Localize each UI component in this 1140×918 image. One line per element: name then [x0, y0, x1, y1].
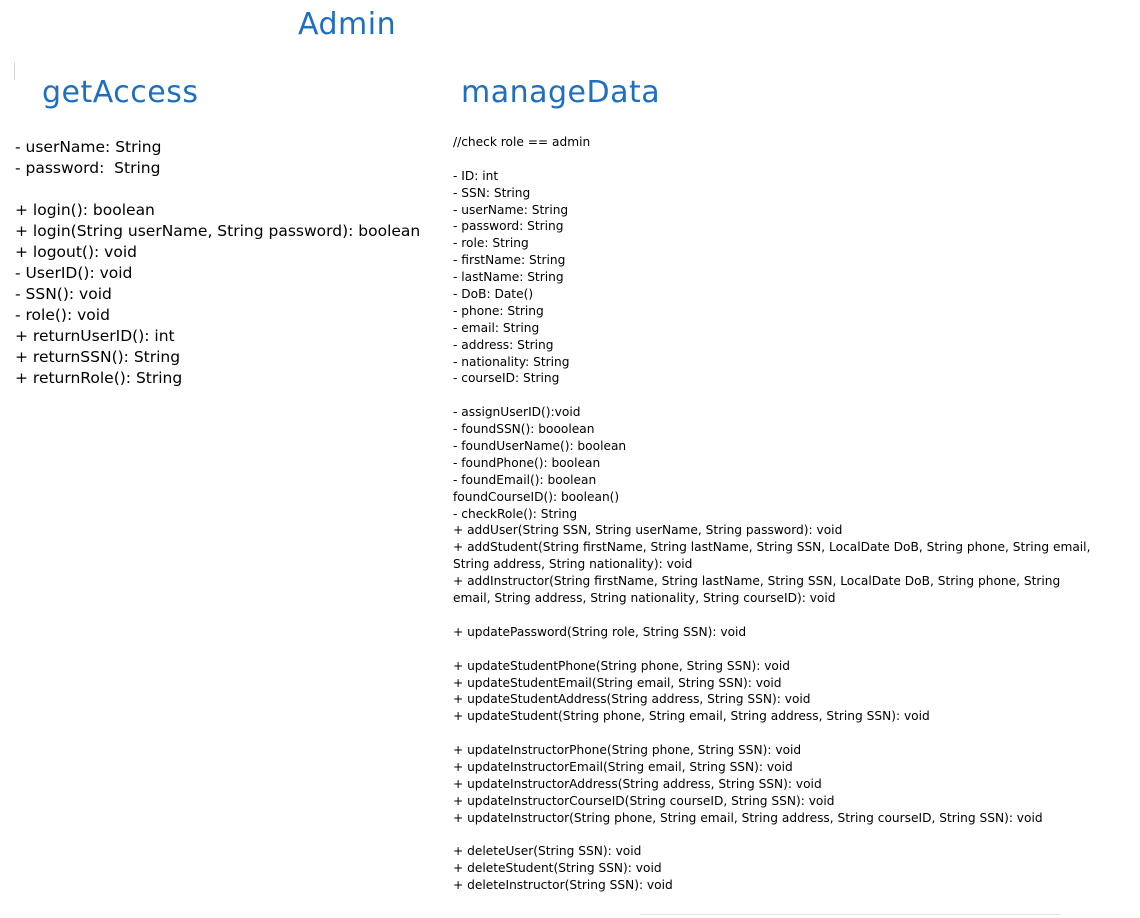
getaccess-member: - SSN(): void	[15, 285, 112, 303]
getaccess-section-title: getAccess	[42, 75, 199, 110]
managedata-member: + addInstructor(String firstName, String…	[453, 574, 1061, 589]
managedata-member: - phone: String	[453, 303, 544, 318]
managedata-member: + updateStudentPhone(String phone, Strin…	[453, 658, 791, 673]
managedata-member-list: //check role == admin - ID: int - SSN: Str…	[453, 134, 1090, 894]
managedata-member: - assignUserID():void	[453, 405, 581, 420]
getaccess-member: - userName: String	[15, 138, 162, 156]
managedata-member: - email: String	[453, 320, 540, 335]
managedata-member: - lastName: String	[453, 270, 564, 285]
managedata-member: - ID: int	[453, 168, 499, 183]
managedata-member: - foundEmail(): boolean	[453, 472, 597, 487]
managedata-member: + updatePassword(String role, String SSN…	[453, 624, 747, 639]
managedata-member: - courseID: String	[453, 371, 560, 386]
managedata-member: + deleteStudent(String SSN): void	[453, 861, 662, 876]
getaccess-member: - password: String	[15, 159, 161, 177]
getaccess-member: - role(): void	[15, 306, 110, 324]
managedata-member: foundCourseID(): boolean()	[453, 489, 620, 504]
getaccess-member: + returnUserID(): int	[15, 327, 175, 345]
managedata-member: + deleteUser(String SSN): void	[453, 844, 642, 859]
managedata-member: + updateStudentAddress(String address, S…	[453, 692, 811, 707]
managedata-member: - checkRole(): String	[453, 506, 578, 521]
managedata-member: + updateInstructorCourseID(String course…	[453, 793, 835, 808]
getaccess-member: + logout(): void	[15, 243, 137, 261]
managedata-member: - password: String	[453, 219, 564, 234]
getaccess-member: + returnSSN(): String	[15, 348, 181, 366]
managedata-member: - firstName: String	[453, 253, 566, 268]
managedata-member: - DoB: Date()	[453, 287, 534, 302]
managedata-member: + updateInstructorPhone(String phone, St…	[453, 743, 802, 758]
corner-mark	[14, 62, 15, 80]
managedata-member: - foundPhone(): boolean	[453, 455, 601, 470]
bottom-divider	[640, 914, 1060, 915]
managedata-member: + deleteInstructor(String SSN): void	[453, 878, 673, 893]
managedata-member: - nationality: String	[453, 354, 570, 369]
managedata-member: String address, String nationality): voi…	[453, 557, 693, 572]
managedata-member: - role: String	[453, 236, 529, 251]
managedata-member: + addStudent(String firstName, String la…	[453, 540, 1091, 555]
managedata-member: - address: String	[453, 337, 554, 352]
getaccess-member: + login(String userName, String password…	[15, 222, 421, 240]
class-title: Admin	[298, 7, 397, 42]
managedata-member: + addUser(String SSN, String userName, S…	[453, 523, 843, 538]
getaccess-member: + login(): boolean	[15, 201, 155, 219]
managedata-member: - foundSSN(): booolean	[453, 422, 595, 437]
managedata-member: + updateInstructor(String phone, String …	[453, 810, 1043, 825]
managedata-member: - SSN: String	[453, 185, 531, 200]
managedata-member: email, String address, String nationalit…	[453, 591, 836, 606]
getaccess-member: - UserID(): void	[15, 264, 133, 282]
managedata-member: + updateStudentEmail(String email, Strin…	[453, 675, 782, 690]
managedata-member: //check role == admin	[453, 135, 591, 149]
managedata-member: + updateInstructorEmail(String email, St…	[453, 759, 793, 774]
managedata-member: - userName: String	[453, 202, 569, 217]
getaccess-member: + returnRole(): String	[15, 369, 183, 387]
getaccess-member-list: - userName: String - password: String + lo…	[15, 137, 420, 389]
managedata-member: + updateStudent(String phone, String ema…	[453, 709, 930, 724]
managedata-section-title: manageData	[461, 75, 661, 110]
managedata-member: - foundUserName(): boolean	[453, 439, 627, 454]
managedata-member: + updateInstructorAddress(String address…	[453, 776, 822, 791]
